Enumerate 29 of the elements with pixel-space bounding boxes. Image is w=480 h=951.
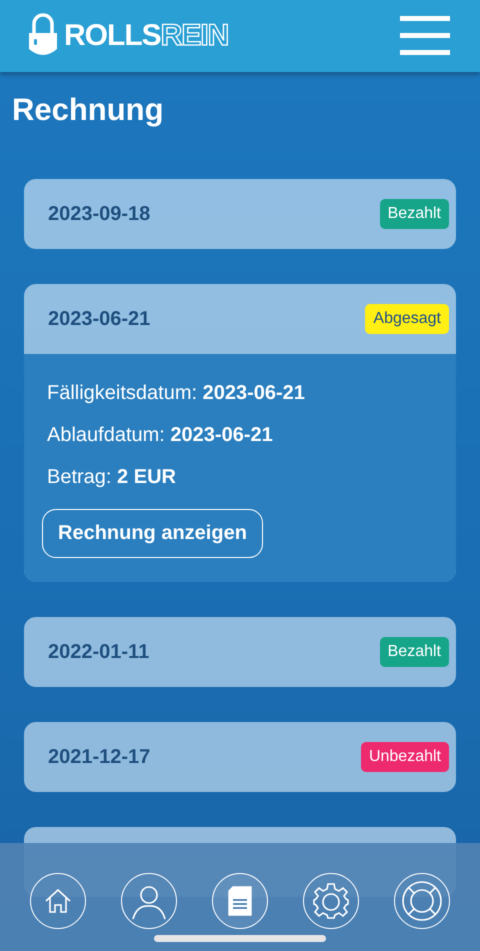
- status-badge: Unbezahlt: [360, 742, 449, 772]
- invoice-date: 2022-01-11: [48, 640, 150, 664]
- document-icon: [228, 886, 252, 916]
- menu-button[interactable]: [400, 16, 450, 56]
- page-title: Rechnung: [12, 92, 165, 128]
- invoice-card[interactable]: 2023-06-21 Abgesagt Fälligkeitsdatum: 2023-06-21 Ablaufdatum: 2023-06-21 Betrag: 2 EUR Rechnung anzeigen: [24, 284, 456, 582]
- invoice-card[interactable]: 2021-12-17 Unbezahlt: [24, 722, 456, 792]
- show-invoice-button[interactable]: Rechnung anzeigen: [42, 509, 263, 558]
- menu-icon: [400, 16, 450, 56]
- invoice-date: 2023-06-21: [48, 308, 150, 330]
- logo-text: REIN: [160, 21, 228, 51]
- home-tab[interactable]: [30, 873, 86, 929]
- detail-line: Fälligkeitsdatum: 2023-06-21: [46, 381, 306, 406]
- gear-icon: [312, 882, 350, 920]
- detail-line: Betrag: 2 EUR: [46, 465, 177, 490]
- invoice-date: 2021-12-17: [48, 746, 150, 768]
- status-badge: Bezahlt: [380, 637, 449, 667]
- invoice-card[interactable]: 2023-09-18 Bezahlt: [24, 179, 456, 249]
- profile-tab[interactable]: [120, 873, 177, 929]
- status-badge: Abgesagt: [365, 304, 449, 334]
- lifebuoy-icon: [400, 879, 444, 923]
- status-badge: Bezahlt: [380, 199, 449, 229]
- settings-tab[interactable]: [303, 873, 360, 929]
- home-icon: [42, 886, 73, 916]
- invoice-card[interactable]: 2022-01-11 Bezahlt: [24, 617, 456, 687]
- invoice-date: 2023-09-18: [48, 202, 150, 226]
- support-tab[interactable]: [394, 873, 450, 929]
- logo-text: ROLLS: [64, 21, 161, 51]
- detail-line: Ablaufdatum: 2023-06-21: [46, 423, 274, 448]
